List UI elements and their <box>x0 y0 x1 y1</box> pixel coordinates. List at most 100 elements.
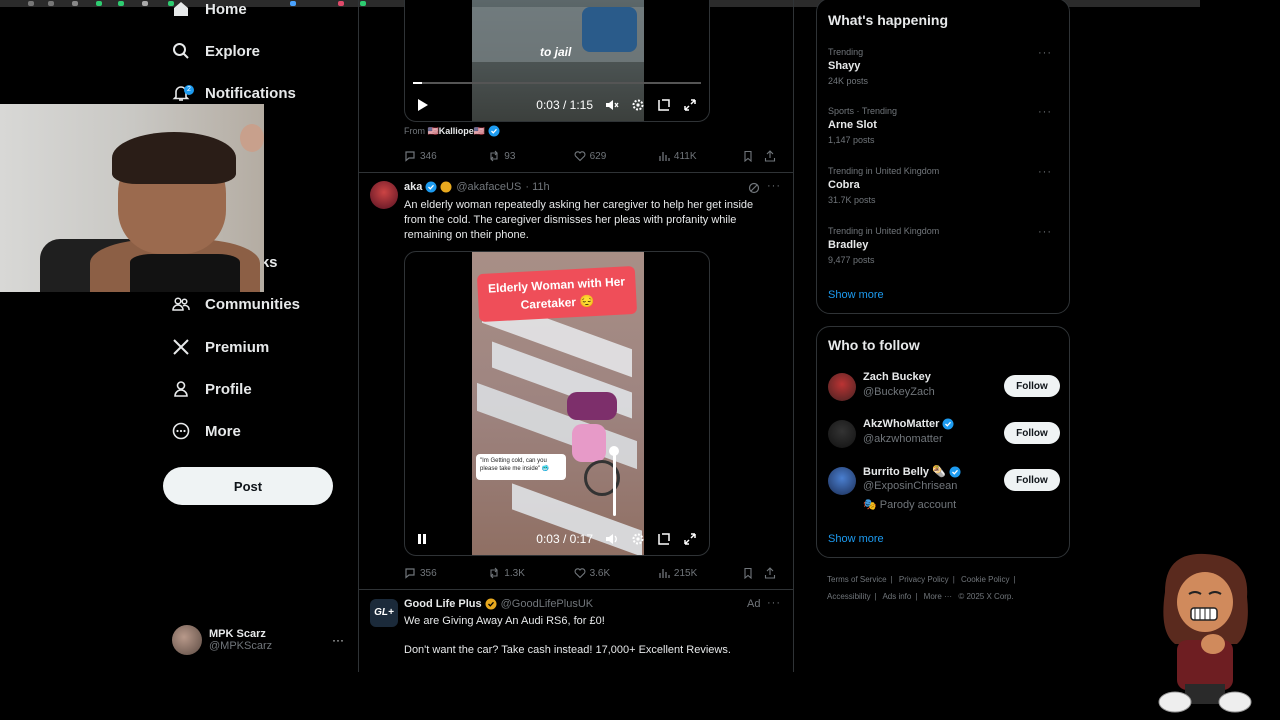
video-progress[interactable] <box>413 82 701 84</box>
reply-button[interactable]: 346 <box>404 150 488 162</box>
avatar[interactable] <box>370 181 398 209</box>
bookmark-button[interactable] <box>742 150 764 162</box>
more-dots-icon[interactable]: ··· <box>767 597 781 609</box>
tweet2-age: · 11h <box>525 181 550 193</box>
trend-item[interactable]: Trending Shayy 24K posts ··· <box>828 47 1060 86</box>
tweet2-handle[interactable]: @akafaceUS <box>456 181 521 193</box>
pip-icon[interactable] <box>657 98 671 112</box>
avatar[interactable]: GL+ <box>370 599 398 627</box>
views-button[interactable]: 215K <box>658 567 742 579</box>
footer-ads[interactable]: Ads info <box>882 592 911 601</box>
views-button[interactable]: 411K <box>658 150 742 162</box>
nav-more[interactable]: More <box>172 416 241 446</box>
tweet3-line1: We are Giving Away An Audi RS6, for £0! <box>404 615 605 627</box>
nav-home[interactable]: Home <box>172 0 247 24</box>
volume-icon[interactable] <box>605 532 619 546</box>
pip-icon[interactable] <box>657 532 671 546</box>
bookmark-icon <box>744 150 752 162</box>
more-dots-icon[interactable]: ··· <box>1038 47 1052 59</box>
repost-button[interactable]: 1.3K <box>488 567 573 579</box>
avatar <box>828 373 856 401</box>
trend-count: 24K posts <box>828 76 869 86</box>
follow-button[interactable]: Follow <box>1004 375 1060 397</box>
video-overlay-title: Elderly Woman with Her Caretaker 😔 <box>476 265 638 323</box>
trend-item[interactable]: Trending in United Kingdom Cobra 31.7K p… <box>828 166 1060 205</box>
follow-button[interactable]: Follow <box>1004 469 1060 491</box>
nav-premium[interactable]: Premium <box>172 332 269 362</box>
like-button[interactable]: 629 <box>574 150 658 162</box>
from-label: From <box>404 126 425 136</box>
repost-button[interactable]: 93 <box>488 150 573 162</box>
trend-item[interactable]: Sports · Trending Arne Slot 1,147 posts … <box>828 106 1060 145</box>
footer-privacy[interactable]: Privacy Policy <box>899 575 949 584</box>
video-time: 0:03 / 1:15 <box>536 98 593 112</box>
footer-accessibility[interactable]: Accessibility <box>827 592 871 601</box>
volume-slider-handle[interactable] <box>609 446 619 456</box>
grok-icon[interactable] <box>748 182 760 194</box>
tweet3-display-name[interactable]: Good Life Plus <box>404 598 482 610</box>
fullscreen-icon[interactable] <box>683 532 697 546</box>
footer-terms[interactable]: Terms of Service <box>827 575 887 584</box>
notification-badge: 2 <box>184 85 194 95</box>
avatar <box>828 467 856 495</box>
settings-gear-icon[interactable] <box>631 98 645 112</box>
footer-cookies[interactable]: Cookie Policy <box>961 575 1009 584</box>
views-count: 215K <box>673 567 698 579</box>
suggestion-name-row: AkzWhoMatter <box>863 418 954 430</box>
pause-icon[interactable] <box>415 532 429 546</box>
trend-meta: Trending <box>828 47 864 57</box>
panel-title: What's happening <box>828 12 948 28</box>
nav-more-label: More <box>205 422 241 440</box>
trend-name: Bradley <box>828 239 869 251</box>
views-chart-icon <box>659 152 670 161</box>
footer-more[interactable]: More ··· <box>924 592 952 601</box>
trend-item[interactable]: Trending in United Kingdom Bradley 9,477… <box>828 226 1060 265</box>
ad-label: Ad <box>747 598 761 610</box>
trends-show-more[interactable]: Show more <box>828 289 884 301</box>
post-button[interactable]: Post <box>163 467 333 505</box>
share-button[interactable] <box>764 150 780 162</box>
tweet1-source: From 🇺🇸Kalliope🇺🇸 <box>404 125 500 137</box>
tweet2-video[interactable]: Elderly Woman with Her Caretaker 😔 "Im G… <box>404 251 710 556</box>
gold-verified-badge-icon <box>485 598 497 610</box>
tweet3-handle[interactable]: @GoodLifePlusUK <box>501 598 594 610</box>
account-display-name: MPK Scarz <box>209 628 266 640</box>
more-dots-icon[interactable]: ··· <box>1038 106 1052 118</box>
home-icon <box>172 0 190 18</box>
play-icon[interactable] <box>415 98 429 112</box>
reply-button[interactable]: 356 <box>404 567 488 579</box>
nav-profile-label: Profile <box>205 380 252 398</box>
more-dots-icon[interactable]: ··· <box>1038 226 1052 238</box>
settings-gear-icon[interactable] <box>631 532 645 546</box>
reply-count: 356 <box>420 567 437 579</box>
nav-communities[interactable]: Communities <box>172 289 300 319</box>
tweet1-video[interactable]: to jail 0:03 / 1:15 <box>404 0 710 122</box>
nav-profile[interactable]: Profile <box>172 374 252 404</box>
profile-icon <box>172 380 190 398</box>
bookmark-button[interactable] <box>742 567 764 579</box>
more-dots-icon[interactable]: ··· <box>767 180 781 192</box>
more-dots-icon[interactable]: ··· <box>1038 166 1052 178</box>
verified-badge-icon <box>942 418 954 430</box>
tweet3-line2: Don't want the car? Take cash instead! 1… <box>404 644 731 656</box>
follow-suggestion[interactable]: AkzWhoMatter @akzwhomatter Follow <box>828 418 1060 458</box>
follow-button[interactable]: Follow <box>1004 422 1060 444</box>
repost-icon <box>490 150 499 162</box>
video-overlay-quote: "Im Getting cold, can you please take me… <box>476 454 566 480</box>
like-button[interactable]: 3.6K <box>574 567 658 579</box>
trend-count: 31.7K posts <box>828 195 876 205</box>
nav-explore[interactable]: Explore <box>172 36 260 66</box>
more-dots-icon: ··· <box>332 633 344 647</box>
video-caption: to jail <box>540 45 572 59</box>
follow-suggestion[interactable]: Zach Buckey @BuckeyZach Follow <box>828 371 1060 411</box>
mute-icon[interactable] <box>605 98 619 112</box>
tweet2-display-name[interactable]: aka <box>404 181 422 193</box>
volume-slider[interactable] <box>613 448 616 516</box>
share-button[interactable] <box>764 567 780 579</box>
follow-suggestion[interactable]: Burrito Belly 🌯 @ExposinChrisean 🎭 Parod… <box>828 465 1060 515</box>
share-icon <box>764 567 776 579</box>
account-switcher[interactable]: MPK Scarz @MPKScarz ··· <box>172 624 344 656</box>
follow-show-more[interactable]: Show more <box>828 533 884 545</box>
fullscreen-icon[interactable] <box>683 98 697 112</box>
from-name[interactable]: 🇺🇸Kalliope🇺🇸 <box>428 126 485 137</box>
